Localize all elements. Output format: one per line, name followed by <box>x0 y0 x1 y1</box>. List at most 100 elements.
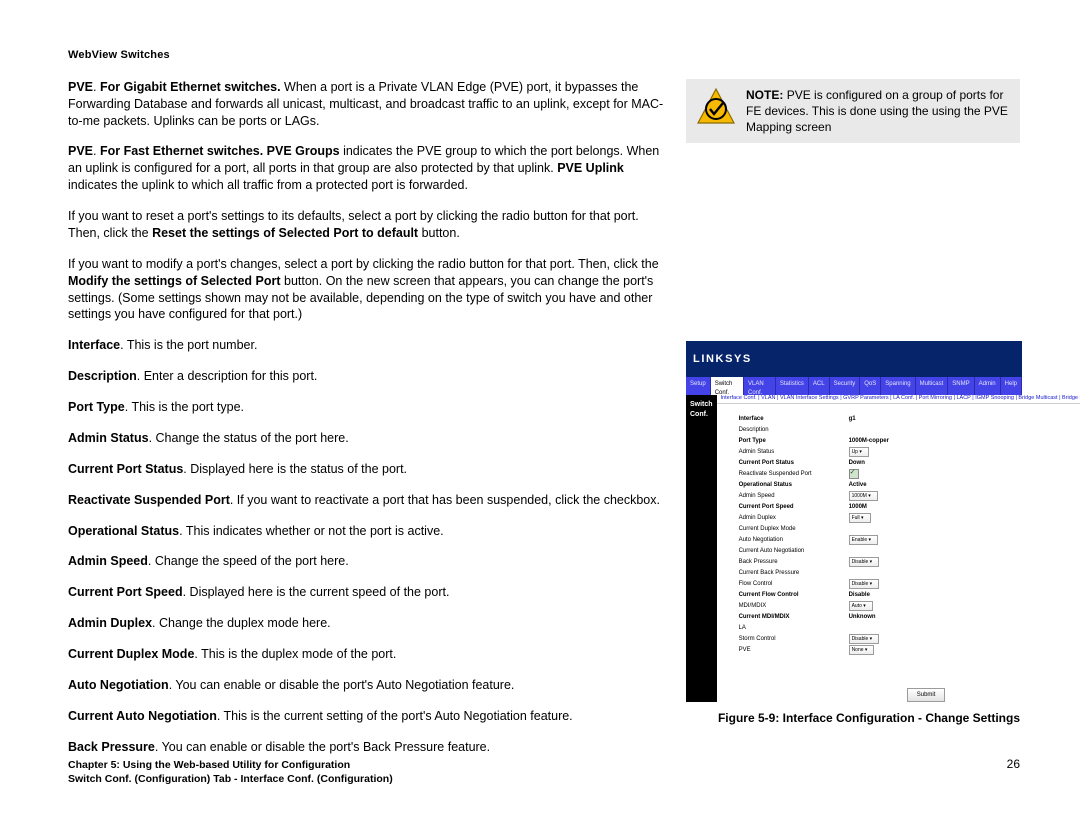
note-label: NOTE: <box>746 88 783 102</box>
field-item: Reactivate Suspended Port. If you want t… <box>68 492 664 509</box>
warning-icon <box>696 87 736 127</box>
config-select[interactable]: Up ▾ <box>849 447 869 457</box>
term-fast-groups: For Fast Ethernet switches. PVE Groups <box>100 144 340 158</box>
figure-body: Switch Conf. Interface Conf. | VLAN | VL… <box>686 395 1022 702</box>
config-label: Current Flow Control <box>739 591 849 599</box>
paragraph-modify: If you want to modify a port's changes, … <box>68 256 664 324</box>
config-label: Current MDI/MDIX <box>739 613 849 621</box>
config-label: MDI/MDIX <box>739 602 849 610</box>
field-label: Port Type <box>68 400 125 414</box>
config-select[interactable]: None ▾ <box>849 645 875 655</box>
config-form: Interfaceg1DescriptionPort Type1000M-cop… <box>717 404 1080 670</box>
top-tab[interactable]: Setup <box>686 377 711 395</box>
field-item: Current Port Speed. Displayed here is th… <box>68 584 664 601</box>
config-label: Description <box>739 426 849 434</box>
config-label: Back Pressure <box>739 558 849 566</box>
term-pve-uplink: PVE Uplink <box>557 161 624 175</box>
paragraph-pve-fast: PVE. For Fast Ethernet switches. PVE Gro… <box>68 143 664 194</box>
config-select[interactable]: 1000M ▾ <box>849 491 878 501</box>
config-row: Current Back Pressure <box>739 568 1080 579</box>
config-select[interactable]: Enable ▾ <box>849 535 878 545</box>
term-modify-button: Modify the settings of Selected Port <box>68 274 281 288</box>
config-label: Current Port Speed <box>739 503 849 511</box>
config-label: Admin Speed <box>739 492 849 500</box>
field-label: Admin Status <box>68 431 149 445</box>
config-label: Admin Duplex <box>739 514 849 522</box>
config-row: Back PressureDisable ▾ <box>739 557 1080 568</box>
top-tab[interactable]: Multicast <box>916 377 949 395</box>
field-text: . Displayed here is the status of the po… <box>183 462 407 476</box>
figure-container: LINKSYS SetupSwitch Conf.VLAN Conf.Stati… <box>686 341 1020 726</box>
config-row: Admin Speed1000M ▾ <box>739 491 1080 502</box>
term-pve-2: PVE <box>68 144 93 158</box>
config-label: Current Port Status <box>739 459 849 467</box>
config-select[interactable]: Full ▾ <box>849 513 871 523</box>
footer: Chapter 5: Using the Web-based Utility f… <box>68 758 1020 786</box>
config-select[interactable]: Disable ▾ <box>849 634 880 644</box>
config-label: Flow Control <box>739 580 849 588</box>
footer-chapter: Chapter 5: Using the Web-based Utility f… <box>68 758 1020 772</box>
field-label: Back Pressure <box>68 740 155 754</box>
config-label: Port Type <box>739 437 849 445</box>
field-text: . Change the duplex mode here. <box>152 616 331 630</box>
top-tab[interactable]: Switch Conf. <box>711 377 744 395</box>
config-row: Operational StatusActive <box>739 480 1080 491</box>
field-item: Back Pressure. You can enable or disable… <box>68 739 664 756</box>
top-tab[interactable]: Statistics <box>776 377 809 395</box>
config-row: Current Port Speed1000M <box>739 502 1080 513</box>
config-value: Active <box>849 481 867 489</box>
config-value: Down <box>849 459 865 467</box>
field-text: . Enter a description for this port. <box>137 369 318 383</box>
field-definitions: Interface. This is the port number.Descr… <box>68 337 664 755</box>
field-item: Auto Negotiation. You can enable or disa… <box>68 677 664 694</box>
field-text: . Change the speed of the port here. <box>148 554 349 568</box>
top-tab[interactable]: Spanning <box>881 377 915 395</box>
left-nav-label: Switch Conf. <box>686 395 717 702</box>
config-value: Unknown <box>849 613 876 621</box>
note-text: NOTE: PVE is configured on a group of po… <box>746 87 1010 136</box>
config-select[interactable]: Disable ▾ <box>849 579 880 589</box>
top-tab[interactable]: ACL <box>809 377 830 395</box>
submit-button[interactable]: Submit <box>907 688 946 702</box>
config-row: Flow ControlDisable ▾ <box>739 579 1080 590</box>
config-row: PVENone ▾ <box>739 645 1080 656</box>
field-label: Current Port Status <box>68 462 183 476</box>
config-label: Current Duplex Mode <box>739 525 849 533</box>
field-item: Current Duplex Mode. This is the duplex … <box>68 646 664 663</box>
config-value: 1000M-copper <box>849 437 889 445</box>
field-text: . This is the duplex mode of the port. <box>194 647 396 661</box>
config-label: Auto Negotiation <box>739 536 849 544</box>
config-label: Storm Control <box>739 635 849 643</box>
body-column: PVE. For Gigabit Ethernet switches. When… <box>68 79 664 770</box>
config-row: LA <box>739 623 1080 634</box>
field-label: Reactivate Suspended Port <box>68 493 230 507</box>
field-text: . This is the port number. <box>120 338 257 352</box>
field-label: Admin Speed <box>68 554 148 568</box>
field-label: Current Port Speed <box>68 585 183 599</box>
config-select[interactable]: Auto ▾ <box>849 601 873 611</box>
field-label: Auto Negotiation <box>68 678 169 692</box>
top-tab[interactable]: VLAN Conf. <box>744 377 776 395</box>
config-value: 1000M <box>849 503 867 511</box>
config-row: Storm ControlDisable ▾ <box>739 634 1080 645</box>
field-item: Port Type. This is the port type. <box>68 399 664 416</box>
sub-tabs: Interface Conf. | VLAN | VLAN Interface … <box>717 395 1080 403</box>
top-tab[interactable]: SNMP <box>948 377 974 395</box>
top-tab[interactable]: QoS <box>860 377 881 395</box>
config-row: Current Port StatusDown <box>739 458 1080 469</box>
top-tab[interactable]: Help <box>1001 377 1022 395</box>
config-checkbox[interactable] <box>849 469 859 479</box>
field-label: Operational Status <box>68 524 179 538</box>
top-tab[interactable]: Admin <box>975 377 1001 395</box>
config-row: Admin DuplexFull ▾ <box>739 513 1080 524</box>
top-tab[interactable]: Security <box>830 377 861 395</box>
config-select[interactable]: Disable ▾ <box>849 557 880 567</box>
top-tabs: SetupSwitch Conf.VLAN Conf.StatisticsACL… <box>686 377 1022 395</box>
field-text: . Displayed here is the current speed of… <box>183 585 450 599</box>
config-row: Current Duplex Mode <box>739 524 1080 535</box>
config-row: Reactivate Suspended Port <box>739 469 1080 480</box>
paragraph-reset: If you want to reset a port's settings t… <box>68 208 664 242</box>
field-text: . If you want to reactivate a port that … <box>230 493 660 507</box>
doc-title: WebView Switches <box>68 48 1020 63</box>
config-row: Current MDI/MDIXUnknown <box>739 612 1080 623</box>
